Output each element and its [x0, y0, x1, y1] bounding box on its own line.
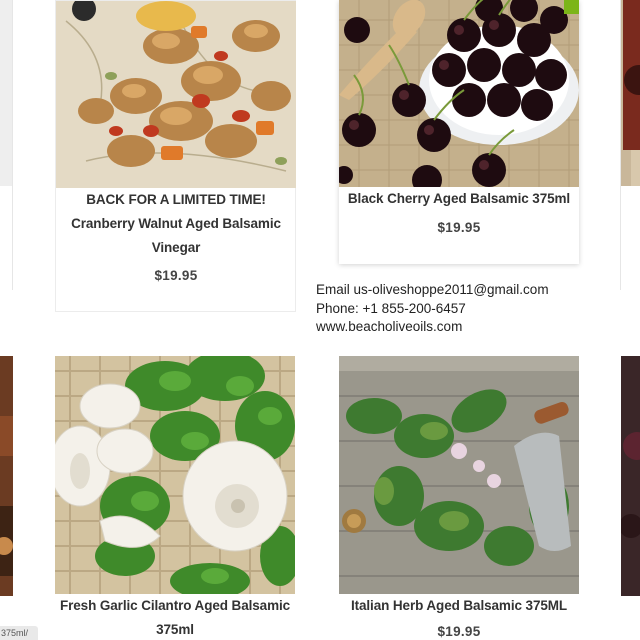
- product-title[interactable]: Fresh Garlic Cilantro Aged Balsamic 375m…: [55, 594, 295, 640]
- walnut-cranberry-photo: [56, 1, 296, 188]
- partial-product-photo-right: [621, 0, 640, 186]
- garlic-cilantro-photo: [55, 356, 295, 594]
- product-image[interactable]: [339, 356, 579, 594]
- contact-website[interactable]: www.beacholiveoils.com: [316, 318, 549, 337]
- product-title[interactable]: BACK FOR A LIMITED TIME! Cranberry Walnu…: [56, 188, 296, 260]
- partial-card-left-bottom[interactable]: [0, 356, 13, 596]
- contact-info: Email us-oliveshoppe2011@gmail.com Phone…: [316, 281, 549, 337]
- product-title[interactable]: Italian Herb Aged Balsamic 375ML: [339, 594, 579, 618]
- product-price: $19.95: [154, 268, 198, 283]
- italian-herb-photo: [339, 356, 579, 594]
- product-title[interactable]: Black Cherry Aged Balsamic 375ml: [339, 187, 579, 211]
- product-title-line[interactable]: Vinegar: [56, 236, 296, 260]
- black-cherry-photo: [339, 0, 579, 187]
- status-bar-url-text: 375ml/: [1, 628, 29, 638]
- product-card-cranberry-walnut[interactable]: BACK FOR A LIMITED TIME! Cranberry Walnu…: [55, 0, 296, 312]
- status-bar-url: 375ml/: [0, 626, 38, 640]
- partial-card-left-top[interactable]: [0, 0, 13, 290]
- product-price: $19.95: [437, 624, 481, 639]
- product-price: $19.95: [437, 220, 481, 235]
- partial-product-photo-left: [0, 356, 13, 596]
- product-image[interactable]: [55, 356, 295, 594]
- product-title-line[interactable]: 375ml: [55, 618, 295, 640]
- product-title-line[interactable]: Cranberry Walnut Aged Balsamic: [56, 212, 296, 236]
- product-card-black-cherry[interactable]: Black Cherry Aged Balsamic 375ml $19.95: [339, 0, 579, 264]
- product-image[interactable]: [56, 1, 296, 188]
- partial-card-right-bottom[interactable]: [619, 356, 640, 596]
- contact-phone[interactable]: Phone: +1 855-200-6457: [316, 300, 549, 319]
- partial-product-photo-right-bottom: [619, 356, 640, 596]
- product-image[interactable]: [339, 0, 579, 187]
- partial-card-right-top[interactable]: [620, 0, 640, 290]
- product-card-garlic-cilantro[interactable]: Fresh Garlic Cilantro Aged Balsamic 375m…: [55, 356, 296, 640]
- contact-email[interactable]: Email us-oliveshoppe2011@gmail.com: [316, 281, 549, 300]
- product-title-line[interactable]: BACK FOR A LIMITED TIME!: [56, 188, 296, 212]
- product-title-line[interactable]: Fresh Garlic Cilantro Aged Balsamic: [55, 594, 295, 618]
- product-card-italian-herb[interactable]: Italian Herb Aged Balsamic 375ML $19.95: [339, 356, 579, 640]
